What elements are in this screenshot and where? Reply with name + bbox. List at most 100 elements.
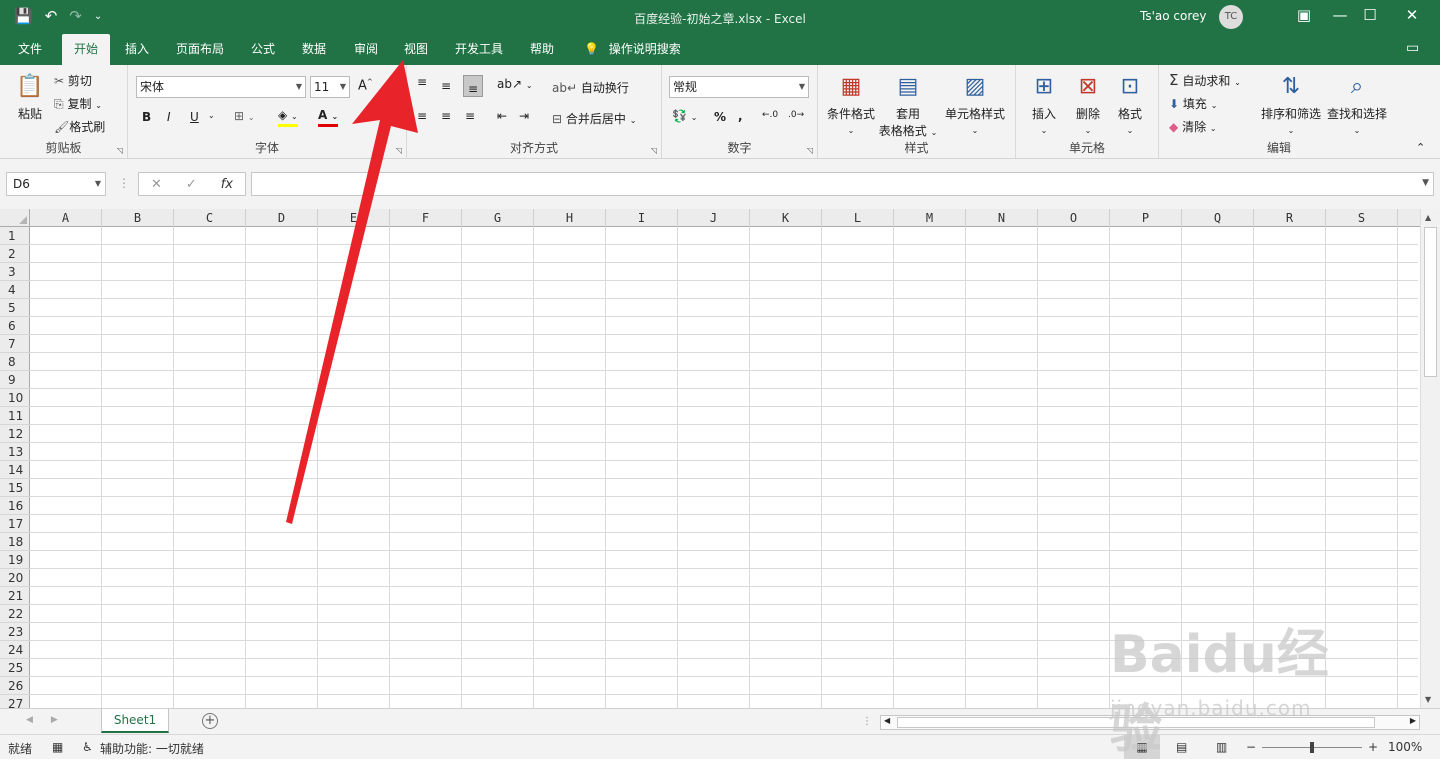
zoom-in-icon[interactable]: + (1368, 740, 1378, 754)
row-header[interactable]: 3 (0, 263, 30, 281)
comma-icon[interactable]: , (738, 109, 743, 123)
cancel-icon[interactable]: ✕ (151, 177, 162, 192)
ribbon-display-icon[interactable]: ▣ (1294, 6, 1314, 24)
column-header[interactable]: J (678, 209, 750, 227)
zoom-out-icon[interactable]: − (1246, 740, 1256, 754)
row-header[interactable]: 21 (0, 587, 30, 605)
prev-sheet-icon[interactable]: ◀ (26, 715, 33, 725)
align-top-icon[interactable]: ≡ (417, 75, 427, 89)
fill-button[interactable]: ⬇ 填充 ⌄ (1169, 95, 1217, 112)
column-header[interactable]: C (174, 209, 246, 227)
add-sheet-icon[interactable]: + (202, 713, 218, 729)
vertical-scroll-thumb[interactable] (1424, 227, 1437, 377)
cut-button[interactable]: ✂ 剪切 (54, 72, 92, 89)
font-launcher-icon[interactable]: ◹ (396, 146, 402, 155)
tab-page-layout[interactable]: 页面布局 (174, 34, 226, 65)
row-header[interactable]: 27 (0, 695, 30, 708)
row-header[interactable]: 4 (0, 281, 30, 299)
number-launcher-icon[interactable]: ◹ (807, 146, 813, 155)
clear-button[interactable]: ◆ 清除 ⌄ (1169, 118, 1217, 135)
cell-styles-button[interactable]: ▨ 单元格样式 ⌄ (942, 71, 1008, 136)
tab-home[interactable]: 开始 (62, 34, 110, 65)
row-header[interactable]: 19 (0, 551, 30, 569)
row-header[interactable]: 16 (0, 497, 30, 515)
tab-file[interactable]: 文件 (16, 34, 44, 65)
align-right-icon[interactable]: ≡ (465, 109, 475, 123)
row-header[interactable]: 20 (0, 569, 30, 587)
decrease-decimal-icon[interactable]: .0→ (788, 110, 804, 120)
column-header[interactable]: I (606, 209, 678, 227)
row-header[interactable]: 6 (0, 317, 30, 335)
underline-dropdown-icon[interactable]: ⌄ (208, 111, 215, 120)
row-header[interactable]: 11 (0, 407, 30, 425)
tab-view[interactable]: 视图 (402, 34, 430, 65)
paste-button[interactable]: 📋 粘贴 (10, 71, 50, 122)
maximize-icon[interactable]: ☐ (1360, 6, 1380, 24)
user-name[interactable]: Ts'ao corey (1140, 9, 1207, 23)
borders-icon[interactable]: ⊞ ⌄ (234, 109, 255, 123)
find-select-button[interactable]: ⌕ 查找和选择 ⌄ (1325, 71, 1389, 136)
close-icon[interactable]: ✕ (1402, 6, 1422, 24)
column-header[interactable]: N (966, 209, 1038, 227)
row-header[interactable]: 22 (0, 605, 30, 623)
zoom-level[interactable]: 100% (1388, 740, 1422, 754)
alignment-launcher-icon[interactable]: ◹ (651, 146, 657, 155)
column-header[interactable]: E (318, 209, 390, 227)
row-header[interactable]: 13 (0, 443, 30, 461)
row-header[interactable]: 24 (0, 641, 30, 659)
currency-icon[interactable]: 💱 ⌄ (672, 109, 697, 123)
column-header[interactable]: F (390, 209, 462, 227)
format-as-table-button[interactable]: ▤ 套用 表格格式 ⌄ (878, 71, 938, 139)
row-header[interactable]: 9 (0, 371, 30, 389)
font-color-icon[interactable]: A ⌄ (318, 108, 339, 127)
tab-help[interactable]: 帮助 (528, 34, 556, 65)
fill-color-icon[interactable]: ◈ ⌄ (278, 108, 298, 127)
row-header[interactable]: 25 (0, 659, 30, 677)
zoom-slider[interactable] (1262, 742, 1362, 753)
row-header[interactable]: 18 (0, 533, 30, 551)
tab-review[interactable]: 审阅 (352, 34, 380, 65)
column-header[interactable]: A (30, 209, 102, 227)
row-header[interactable]: 8 (0, 353, 30, 371)
percent-button[interactable]: % (714, 110, 726, 124)
vertical-scrollbar[interactable]: ▲ ▼ (1420, 209, 1440, 708)
row-header[interactable]: 7 (0, 335, 30, 353)
sort-filter-button[interactable]: ⇅ 排序和筛选 ⌄ (1259, 71, 1323, 136)
row-header[interactable]: 12 (0, 425, 30, 443)
insert-cells-button[interactable]: ⊞ 插入 ⌄ (1024, 71, 1064, 136)
row-header[interactable]: 14 (0, 461, 30, 479)
row-header[interactable]: 5 (0, 299, 30, 317)
font-size-dropdown[interactable]: 11 ▼ (310, 76, 350, 98)
delete-cells-button[interactable]: ⊠ 删除 ⌄ (1068, 71, 1108, 136)
format-painter-button[interactable]: 🖌格式刷 (54, 118, 105, 135)
enter-icon[interactable]: ✓ (186, 177, 197, 192)
align-middle-icon[interactable]: ≡ (441, 79, 451, 93)
column-header[interactable]: K (750, 209, 822, 227)
scroll-right-icon[interactable]: ▶ (1410, 716, 1416, 725)
increase-decimal-icon[interactable]: ←.0 (762, 110, 778, 120)
insert-function-button[interactable]: fx (221, 177, 233, 192)
column-header[interactable]: H (534, 209, 606, 227)
column-header[interactable]: B (102, 209, 174, 227)
orientation-icon[interactable]: ab↗ ⌄ (497, 77, 533, 91)
bold-button[interactable]: B (142, 110, 151, 124)
name-box[interactable]: D6 ▼ (6, 172, 106, 196)
clipboard-launcher-icon[interactable]: ◹ (117, 146, 123, 155)
scroll-down-icon[interactable]: ▼ (1425, 695, 1431, 704)
decrease-indent-icon[interactable]: ⇤ (497, 109, 507, 123)
italic-button[interactable]: I (167, 110, 171, 124)
zoom-slider-knob[interactable] (1310, 742, 1314, 753)
column-header[interactable]: M (894, 209, 966, 227)
column-header[interactable]: R (1254, 209, 1326, 227)
column-header[interactable]: P (1110, 209, 1182, 227)
minimize-icon[interactable]: — (1330, 6, 1350, 24)
tab-insert[interactable]: 插入 (123, 34, 151, 65)
page-break-view-icon[interactable]: ▥ (1216, 740, 1227, 754)
column-header[interactable]: D (246, 209, 318, 227)
row-header[interactable]: 2 (0, 245, 30, 263)
row-header[interactable]: 15 (0, 479, 30, 497)
conditional-formatting-button[interactable]: ▦ 条件格式 ⌄ (824, 71, 878, 136)
copy-button[interactable]: ⎘ 复制 ⌄ (54, 95, 102, 112)
align-left-icon[interactable]: ≡ (417, 109, 427, 123)
formula-input[interactable]: ▼ (251, 172, 1434, 196)
